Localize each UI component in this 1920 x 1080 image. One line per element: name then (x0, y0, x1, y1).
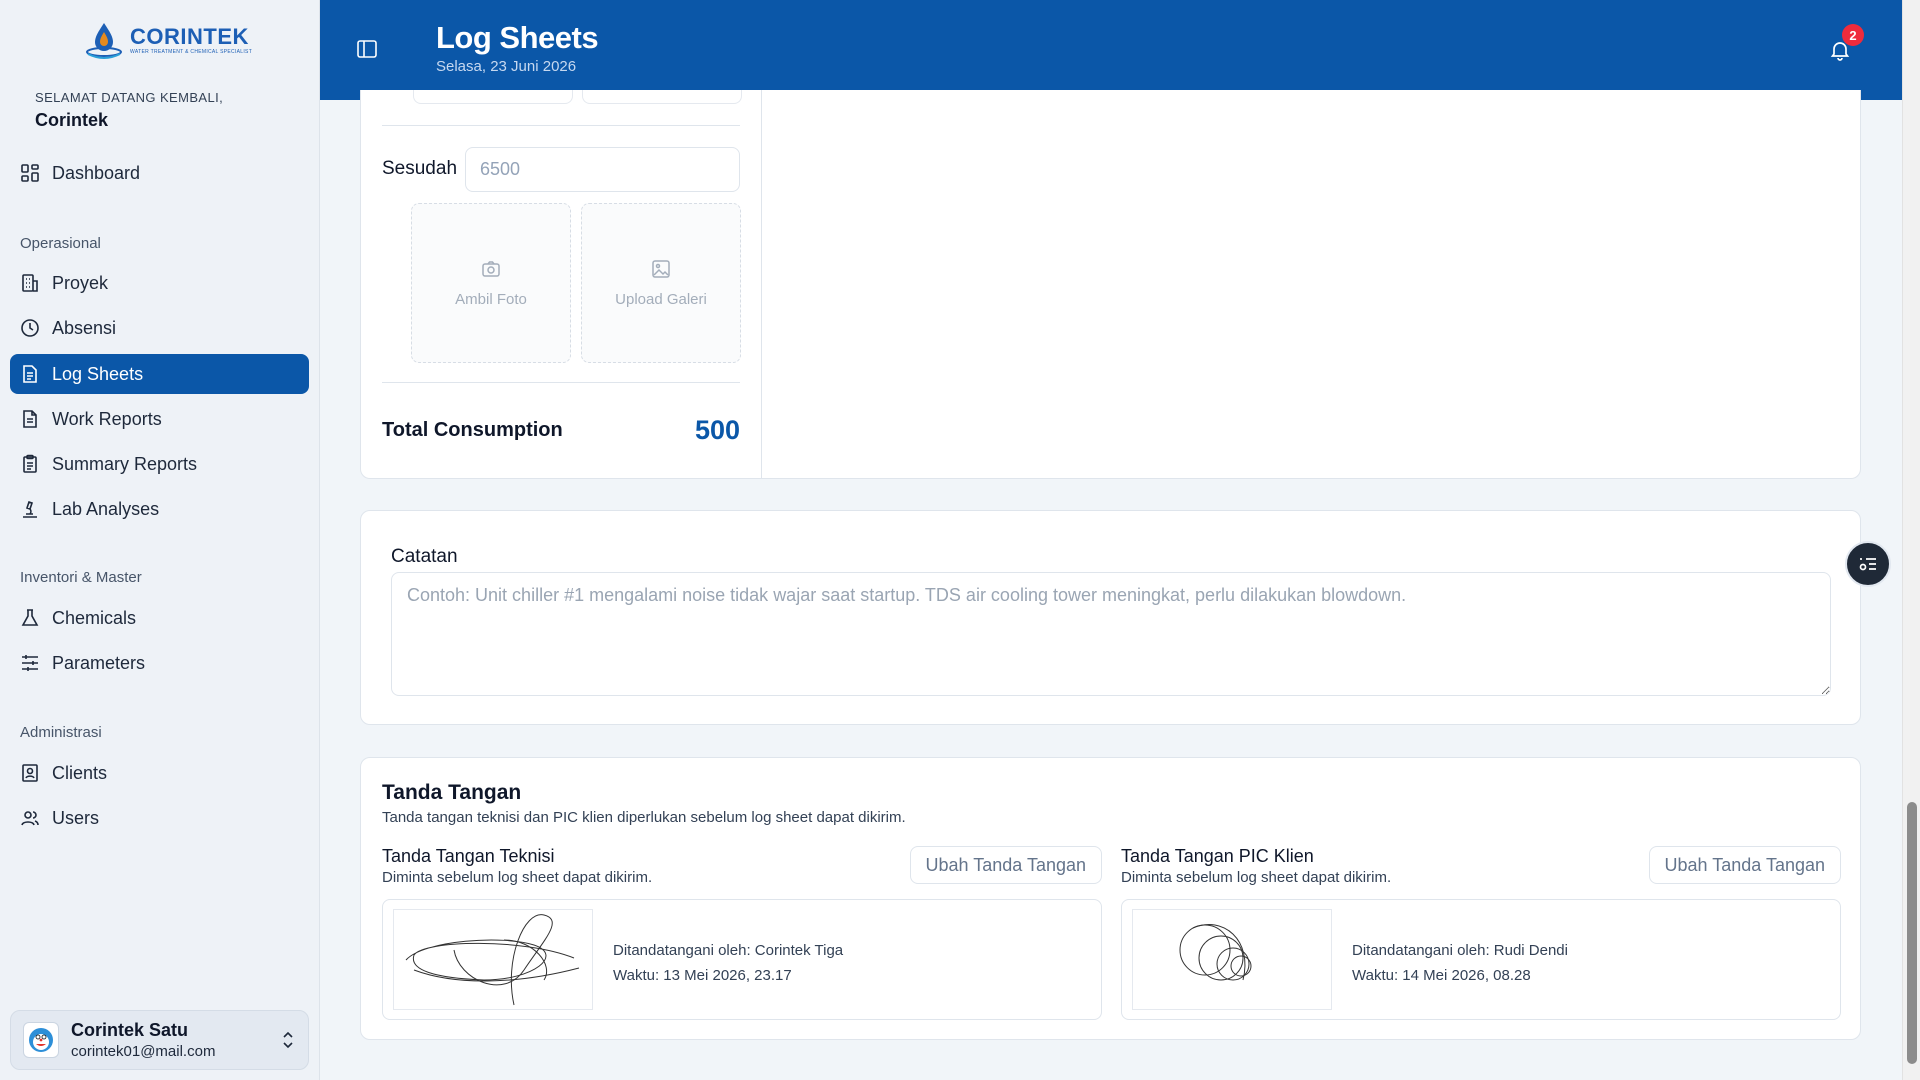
top-header: Log Sheets Selasa, 23 Juni 2026 2 (320, 0, 1902, 100)
technician-signature-image (393, 909, 593, 1010)
welcome-text: SELAMAT DATANG KEMBALI, (35, 90, 224, 105)
sidebar-item-label: Chemicals (52, 607, 137, 628)
page-scrollbar[interactable] (1902, 0, 1920, 1080)
technician-signed-by: Ditandatangani oleh: Corintek Tiga (613, 942, 844, 959)
sidebar-item-proyek[interactable]: Proyek (10, 263, 309, 303)
section-operasional: Operasional (20, 235, 101, 252)
client-signature-box: Ditandatangani oleh: Rudi Dendi Waktu: 1… (1121, 899, 1841, 1020)
upload-gallery-label: Upload Galeri (615, 290, 707, 308)
notification-badge: 2 (1842, 24, 1864, 46)
sidebar-toggle-icon[interactable] (356, 38, 378, 60)
sidebar-item-users[interactable]: Users (10, 798, 309, 838)
building-icon (22, 274, 38, 292)
sidebar-item-clients[interactable]: Clients (10, 753, 309, 793)
change-technician-signature-button[interactable]: Ubah Tanda Tangan (909, 846, 1102, 884)
meter-reading-card: Sesudah Ambil Foto Upload Galeri Total C… (360, 90, 1861, 479)
brand-name: CORINTEK (130, 24, 249, 49)
welcome-user-name: Corintek (35, 110, 109, 130)
sheet-icon (23, 365, 37, 383)
sliders-icon (22, 655, 38, 671)
notes-card: Catatan (360, 510, 1861, 725)
sidebar-item-lab-analyses[interactable]: Lab Analyses (10, 489, 309, 529)
sidebar-item-chemicals[interactable]: Chemicals (10, 598, 309, 638)
divider (382, 382, 740, 383)
sidebar-item-label: Dashboard (52, 162, 141, 183)
page-title: Log Sheets (436, 20, 599, 55)
after-label: Sesudah (382, 158, 458, 179)
document-icon (23, 410, 37, 428)
client-signed-time: Waktu: 14 Mei 2026, 08.28 (1352, 967, 1531, 984)
quick-action-button[interactable] (1845, 541, 1891, 587)
sidebar-item-work-reports[interactable]: Work Reports (10, 399, 309, 439)
account-switcher[interactable]: Corintek Satu corintek01@mail.com (10, 1010, 309, 1070)
flask-icon (21, 609, 39, 626)
users-icon (21, 811, 39, 826)
scrollbar-thumb[interactable] (1907, 802, 1917, 1064)
camera-icon (482, 260, 500, 277)
upload-gallery-button[interactable]: Upload Galeri (581, 203, 741, 363)
client-signature: Tanda Tangan PIC Klien Diminta sebelum l… (1121, 846, 1841, 1020)
meter-column: Sesudah Ambil Foto Upload Galeri Total C… (361, 90, 762, 479)
signature-title: Tanda Tangan (382, 781, 522, 804)
image-icon (652, 259, 670, 278)
divider (382, 125, 740, 126)
signature-description: Tanda tangan teknisi dan PIC klien diper… (382, 809, 906, 826)
sidebar-item-label: Parameters (52, 652, 146, 673)
sidebar-item-label: Clients (52, 762, 108, 783)
total-consumption-label: Total Consumption (382, 419, 563, 441)
sidebar-item-absensi[interactable]: Absensi (10, 308, 309, 348)
previous-gallery-box (582, 90, 742, 104)
sidebar-item-label: Users (52, 807, 100, 828)
previous-photo-box (413, 90, 573, 104)
change-client-signature-button[interactable]: Ubah Tanda Tangan (1648, 846, 1841, 884)
after-reading-input[interactable] (465, 147, 740, 192)
clock-icon (21, 319, 39, 337)
clipboard-icon (23, 454, 37, 473)
sidebar-item-summary-reports[interactable]: Summary Reports (10, 444, 309, 484)
sidebar-item-label: Log Sheets (52, 363, 144, 384)
avatar-icon (29, 1028, 53, 1052)
technician-signature: Tanda Tangan Teknisi Diminta sebelum log… (382, 846, 1102, 1020)
notes-label: Catatan (391, 546, 458, 567)
brand-tagline: WATER TREATMENT & CHEMICAL SPECIALIST (130, 49, 253, 55)
sidebar: CORINTEK WATER TREATMENT & CHEMICAL SPEC… (0, 0, 320, 1080)
technician-signed-time: Waktu: 13 Mei 2026, 23.17 (613, 967, 792, 984)
chevrons-up-down-icon (283, 1031, 293, 1049)
sidebar-item-label: Absensi (52, 317, 117, 338)
client-signed-by: Ditandatangani oleh: Rudi Dendi (1352, 942, 1568, 959)
contact-book-icon (22, 764, 38, 782)
microscope-icon (23, 500, 37, 518)
brand-logo[interactable]: CORINTEK WATER TREATMENT & CHEMICAL SPEC… (84, 20, 252, 60)
logo-icon (86, 23, 122, 59)
total-consumption-value: 500 (694, 415, 740, 445)
sidebar-item-label: Summary Reports (52, 453, 198, 474)
account-name: Corintek Satu (71, 1020, 189, 1040)
page-date: Selasa, 23 Juni 2026 (436, 58, 577, 75)
take-photo-button[interactable]: Ambil Foto (411, 203, 571, 363)
avatar (23, 1022, 59, 1058)
account-email: corintek01@mail.com (71, 1043, 216, 1060)
sidebar-item-label: Work Reports (52, 408, 162, 429)
section-inventori: Inventori & Master (20, 569, 142, 586)
sidebar-item-parameters[interactable]: Parameters (10, 643, 309, 683)
sidebar-item-label: Proyek (52, 272, 109, 293)
section-administrasi: Administrasi (20, 724, 102, 741)
sidebar-item-log-sheets[interactable]: Log Sheets (10, 354, 309, 394)
filter-list-icon (1859, 558, 1876, 571)
technician-signature-box: Ditandatangani oleh: Corintek Tiga Waktu… (382, 899, 1102, 1020)
client-signature-image (1132, 909, 1332, 1010)
sidebar-item-label: Lab Analyses (52, 498, 160, 519)
dashboard-icon (21, 164, 39, 182)
take-photo-label: Ambil Foto (455, 290, 527, 308)
signature-card: Tanda Tangan Tanda tangan teknisi dan PI… (360, 757, 1861, 1040)
sidebar-item-dashboard[interactable]: Dashboard (10, 153, 309, 193)
notes-textarea[interactable] (391, 572, 1831, 696)
